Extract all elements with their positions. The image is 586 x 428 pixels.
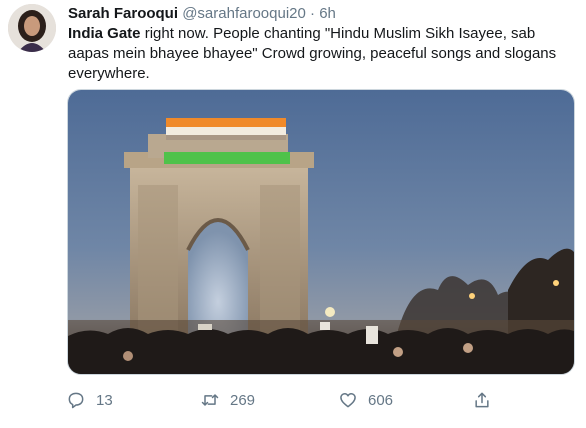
like-count: 606 [368, 391, 394, 409]
tweet-header: Sarah Farooqui @sarahfarooqui20 · 6h [68, 4, 576, 24]
share-button[interactable] [472, 388, 502, 412]
tweet-text-lead: India Gate [68, 25, 141, 42]
author-handle[interactable]: @sarahfarooqui20 [182, 5, 306, 22]
tweet-text: India Gate right now. People chanting "H… [68, 24, 573, 84]
india-gate-photo [68, 90, 574, 374]
tweet-photo[interactable] [67, 89, 575, 375]
reply-count: 13 [96, 391, 113, 409]
avatar-image [8, 4, 56, 52]
reply-button[interactable]: 13 [66, 388, 113, 412]
tweet-text-body: right now. People chanting "Hindu Muslim… [68, 25, 557, 82]
avatar[interactable] [8, 4, 56, 52]
share-icon [475, 392, 489, 408]
reply-icon [68, 392, 84, 409]
heart-icon [340, 393, 356, 408]
tweet-actions: 13 269 606 [66, 388, 496, 412]
retweet-icon [201, 394, 219, 406]
retweet-count: 269 [230, 391, 256, 409]
author-name[interactable]: Sarah Farooqui [68, 5, 178, 22]
tweet-timestamp[interactable]: 6h [319, 5, 336, 22]
separator-dot: · [310, 5, 316, 22]
like-button[interactable]: 606 [338, 388, 393, 412]
retweet-button[interactable]: 269 [200, 388, 255, 412]
